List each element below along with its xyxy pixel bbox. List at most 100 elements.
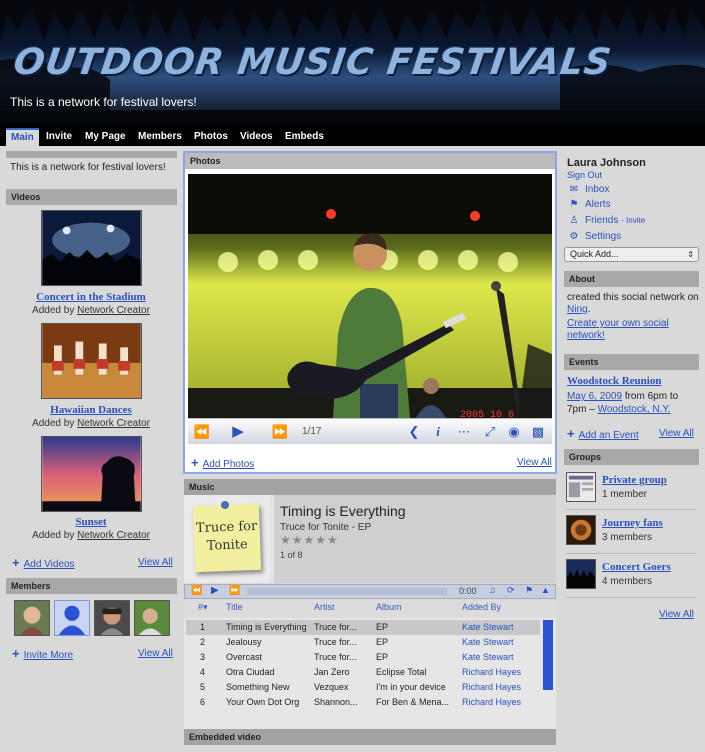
- share-icon[interactable]: ◉: [504, 423, 524, 441]
- track-row[interactable]: 6 Your Own Dot Org Shannon... For Ben & …: [186, 695, 540, 710]
- members-view-all-link[interactable]: View All: [138, 648, 173, 659]
- track-added-by[interactable]: Kate Stewart: [462, 620, 514, 635]
- video-thumbnail-hawaiian[interactable]: [41, 323, 142, 399]
- invite-more-link[interactable]: + Invite More: [12, 646, 73, 661]
- friends-invite-link[interactable]: - Invite: [621, 216, 645, 225]
- share-track-icon[interactable]: ⚑: [525, 585, 533, 596]
- track-added-by[interactable]: Kate Stewart: [462, 650, 514, 665]
- creator-link[interactable]: Network Creator: [77, 418, 150, 429]
- groups-view-all-link[interactable]: View All: [659, 609, 694, 620]
- events-view-all-link[interactable]: View All: [659, 428, 694, 439]
- group-title[interactable]: Concert Goers: [602, 561, 671, 573]
- play-icon[interactable]: ▶: [228, 423, 248, 441]
- divider: [566, 509, 696, 510]
- sign-out-link[interactable]: Sign Out: [567, 170, 602, 180]
- back-icon[interactable]: ❮: [404, 423, 424, 441]
- prev-track-icon[interactable]: ⏪: [191, 585, 202, 596]
- tab-members[interactable]: Members: [133, 128, 187, 146]
- group-title[interactable]: Journey fans: [602, 517, 663, 529]
- events-view-all-label[interactable]: View All: [659, 428, 694, 439]
- photos-view-all-link[interactable]: View All: [517, 457, 552, 468]
- track-row[interactable]: 4 Otra Ciudad Jan Zero Eclipse Total Ric…: [186, 665, 540, 680]
- current-track-album: Truce for Tonite - EP: [280, 522, 372, 533]
- embed-icon[interactable]: ▩: [528, 423, 548, 441]
- video-title-sunset[interactable]: Sunset: [6, 516, 176, 528]
- tracklist-scrollbar[interactable]: [543, 620, 553, 690]
- add-event-link[interactable]: + Add an Event: [567, 426, 639, 441]
- group-thumbnail-private: [566, 472, 596, 502]
- photos-view-all-label[interactable]: View All: [517, 457, 552, 468]
- info-icon[interactable]: i: [428, 423, 448, 441]
- volume-icon[interactable]: ♫: [489, 585, 496, 595]
- member-avatar-1[interactable]: [14, 600, 50, 636]
- user-name[interactable]: Laura Johnson: [567, 157, 646, 169]
- event-place-link[interactable]: Woodstock, N.Y.: [598, 404, 671, 415]
- create-own-network-link[interactable]: Create your own social network!: [567, 318, 699, 342]
- add-photos-label[interactable]: Add Photos: [203, 459, 255, 470]
- ning-link[interactable]: Ning: [567, 304, 588, 315]
- tab-videos[interactable]: Videos: [235, 128, 278, 146]
- creator-link[interactable]: Network Creator: [77, 530, 150, 541]
- settings-link[interactable]: Settings: [585, 231, 621, 242]
- seek-bar[interactable]: [247, 588, 447, 595]
- current-track-title: Timing is Everything: [280, 503, 406, 519]
- event-title[interactable]: Woodstock Reunion: [567, 375, 661, 387]
- friends-link[interactable]: Friends - Invite: [585, 215, 645, 226]
- fullscreen-icon[interactable]: ⤢: [480, 423, 500, 441]
- tab-main[interactable]: Main: [6, 128, 39, 146]
- tab-embeds[interactable]: Embeds: [280, 128, 329, 146]
- create-own-network-label[interactable]: Create your own social network!: [567, 318, 669, 341]
- col-artist[interactable]: Artist: [314, 602, 335, 612]
- col-album[interactable]: Album: [376, 602, 402, 612]
- shuffle-icon[interactable]: ⟳: [507, 585, 515, 596]
- next-track-icon[interactable]: ⏩: [229, 585, 240, 596]
- tab-invite[interactable]: Invite: [41, 128, 77, 146]
- video-thumbnail-sunset[interactable]: [41, 436, 142, 512]
- collapse-icon[interactable]: ▲: [541, 585, 550, 595]
- video-thumbnail-concert[interactable]: [41, 210, 142, 286]
- group-title[interactable]: Private group: [602, 474, 667, 486]
- rating-stars[interactable]: ★★★★★: [280, 533, 339, 547]
- add-photos-link[interactable]: + Add Photos: [191, 455, 254, 470]
- member-avatar-3[interactable]: [94, 600, 130, 636]
- add-videos-label[interactable]: Add Videos: [24, 559, 75, 570]
- track-added-by[interactable]: Richard Hayes: [462, 695, 521, 710]
- thumbnails-icon[interactable]: ⋯: [454, 423, 474, 441]
- tab-my-page[interactable]: My Page: [80, 128, 131, 146]
- event-date-link[interactable]: May 6, 2009: [567, 391, 622, 402]
- site-title[interactable]: OUTDOOR MUSIC FESTIVALS: [11, 42, 614, 83]
- track-row[interactable]: 2 Jealousy Truce for... EP Kate Stewart: [186, 635, 540, 650]
- tab-photos[interactable]: Photos: [189, 128, 233, 146]
- quick-add-select[interactable]: Quick Add... ⇕: [564, 247, 699, 262]
- rewind-icon[interactable]: ⏪: [192, 423, 212, 441]
- add-event-label[interactable]: Add an Event: [579, 430, 639, 441]
- track-added-by[interactable]: Kate Stewart: [462, 635, 514, 650]
- videos-view-all-link[interactable]: View All: [138, 557, 173, 568]
- col-added-by[interactable]: Added By: [462, 602, 501, 612]
- video-title-concert[interactable]: Concert in the Stadium: [6, 291, 176, 303]
- alerts-link[interactable]: Alerts: [585, 199, 611, 210]
- slideshow-photo-guitarist[interactable]: 2005 10 6: [188, 174, 552, 418]
- invite-more-label[interactable]: Invite More: [24, 650, 73, 661]
- creator-link[interactable]: Network Creator: [77, 305, 150, 316]
- videos-view-all-label[interactable]: View All: [138, 557, 173, 568]
- track-added-by[interactable]: Richard Hayes: [462, 680, 521, 695]
- music-play-icon[interactable]: ▶: [211, 585, 219, 596]
- track-row[interactable]: 1 Timing is Everything Truce for... EP K…: [186, 620, 540, 635]
- members-view-all-label[interactable]: View All: [138, 648, 173, 659]
- track-num: 6: [200, 697, 206, 707]
- video-title-hawaiian[interactable]: Hawaiian Dances: [6, 404, 176, 416]
- fast-forward-icon[interactable]: ⏩: [270, 423, 290, 441]
- track-added-by[interactable]: Richard Hayes: [462, 665, 521, 680]
- groups-view-all-label[interactable]: View All: [659, 609, 694, 620]
- inbox-link[interactable]: Inbox: [585, 184, 609, 195]
- alerts-flag-icon: ⚑: [569, 199, 579, 210]
- member-avatar-default[interactable]: [54, 600, 90, 636]
- friends-label[interactable]: Friends: [585, 215, 618, 226]
- col-title[interactable]: Title: [226, 602, 243, 612]
- member-avatar-4[interactable]: [134, 600, 170, 636]
- col-num[interactable]: #▾: [198, 602, 208, 613]
- track-row[interactable]: 3 Overcast Truce for... EP Kate Stewart: [186, 650, 540, 665]
- add-videos-link[interactable]: + Add Videos: [12, 555, 75, 570]
- track-row[interactable]: 5 Something New Vezquex I'm in your devi…: [186, 680, 540, 695]
